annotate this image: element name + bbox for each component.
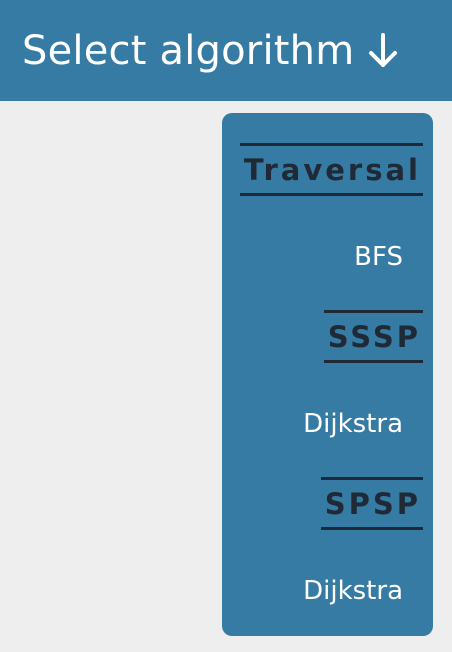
group-label-sssp: SSSP — [323, 310, 423, 363]
group-label-spsp: SPSP — [320, 477, 423, 530]
menu-item-bfs[interactable]: BFS — [354, 244, 403, 270]
select-algorithm-button[interactable]: Select algorithm — [0, 0, 452, 101]
arrow-down-icon — [366, 31, 400, 71]
header-title: Select algorithm — [22, 27, 355, 74]
menu-item-spsp-dijkstra[interactable]: Dijkstra — [303, 578, 403, 604]
algorithm-dropdown-menu: Traversal BFS SSSP Dijkstra SPSP Dijkstr… — [222, 113, 433, 636]
group-label-traversal: Traversal — [239, 143, 423, 196]
menu-item-sssp-dijkstra[interactable]: Dijkstra — [303, 411, 403, 437]
